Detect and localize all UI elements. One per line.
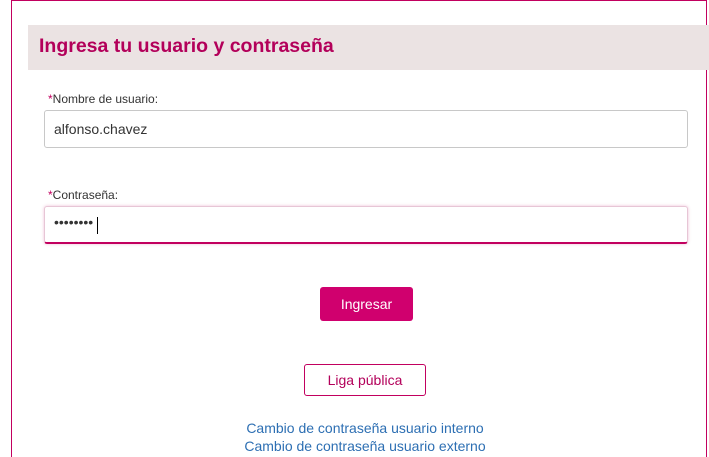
page-title: Ingresa tu usuario y contraseña: [39, 35, 334, 57]
password-label-text: Contraseña:: [52, 188, 119, 202]
public-link-button[interactable]: Liga pública: [304, 364, 426, 396]
password-value: ••••••••: [54, 214, 94, 230]
internal-password-change-link[interactable]: Cambio de contraseña usuario interno: [0, 420, 709, 436]
password-label: *Contraseña:: [48, 188, 118, 202]
username-label: *Nombre de usuario:: [48, 92, 158, 106]
login-button[interactable]: Ingresar: [320, 287, 413, 321]
text-cursor: [97, 217, 98, 234]
external-password-change-link[interactable]: Cambio de contraseña usuario externo: [0, 438, 709, 454]
login-header: Ingresa tu usuario y contraseña: [28, 25, 709, 70]
password-field[interactable]: ••••••••: [44, 206, 688, 244]
username-label-text: Nombre de usuario:: [52, 92, 159, 106]
username-field[interactable]: alfonso.chavez: [44, 110, 688, 148]
username-value: alfonso.chavez: [54, 121, 148, 137]
